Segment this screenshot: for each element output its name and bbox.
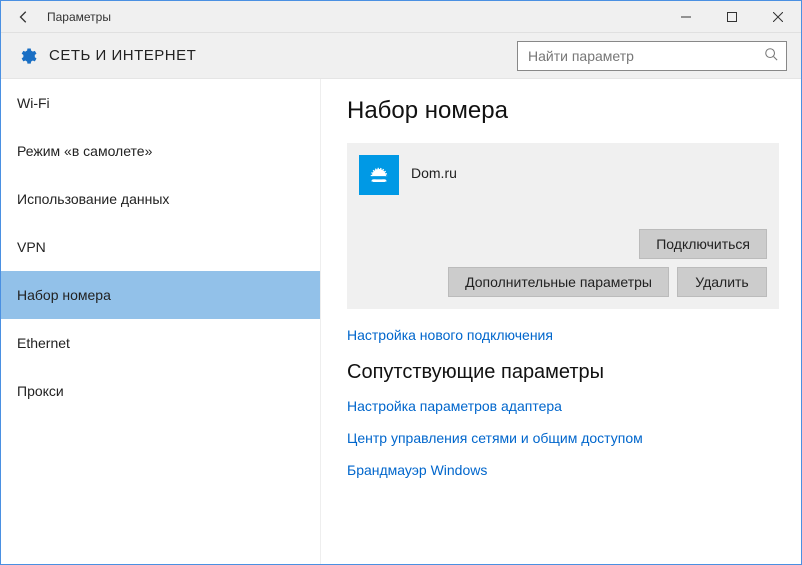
advanced-button[interactable]: Дополнительные параметры <box>448 267 669 297</box>
sidebar-item-label: Использование данных <box>17 191 169 207</box>
connection-card[interactable]: Dom.ru Подключиться Дополнительные парам… <box>347 143 779 309</box>
content: Набор номера Dom.ru Подключиться <box>321 79 801 564</box>
sidebar-item-airplane[interactable]: Режим «в самолете» <box>1 127 320 175</box>
back-button[interactable] <box>9 2 39 32</box>
sidebar-item-data-usage[interactable]: Использование данных <box>1 175 320 223</box>
search-input[interactable] <box>526 47 758 65</box>
related-link-firewall[interactable]: Брандмауэр Windows <box>347 462 779 478</box>
settings-window: Параметры СЕТЬ И ИНТЕРНЕТ <box>0 0 802 565</box>
related-link-adapter[interactable]: Настройка параметров адаптера <box>347 398 779 414</box>
section-heading: СЕТЬ И ИНТЕРНЕТ <box>49 47 196 64</box>
window-title: Параметры <box>47 10 111 24</box>
dialup-icon <box>359 155 399 195</box>
sidebar-item-proxy[interactable]: Прокси <box>1 367 320 415</box>
search-box[interactable] <box>517 41 787 71</box>
search-icon <box>764 47 778 64</box>
new-connection-link[interactable]: Настройка нового подключения <box>347 327 779 343</box>
sidebar-item-label: VPN <box>17 239 46 255</box>
gear-icon <box>15 44 39 68</box>
sidebar-item-label: Режим «в самолете» <box>17 143 152 159</box>
sidebar-item-vpn[interactable]: VPN <box>1 223 320 271</box>
sidebar-item-wifi[interactable]: Wi-Fi <box>1 79 320 127</box>
maximize-icon <box>727 12 737 22</box>
minimize-icon <box>681 12 691 22</box>
sidebar-item-label: Набор номера <box>17 287 111 303</box>
close-icon <box>773 12 783 22</box>
minimize-button[interactable] <box>663 1 709 33</box>
sidebar-item-label: Ethernet <box>17 335 70 351</box>
related-link-sharing-center[interactable]: Центр управления сетями и общим доступом <box>347 430 779 446</box>
page-title: Набор номера <box>347 97 779 125</box>
sidebar-item-dialup[interactable]: Набор номера <box>1 271 320 319</box>
close-button[interactable] <box>755 1 801 33</box>
sidebar-item-ethernet[interactable]: Ethernet <box>1 319 320 367</box>
connect-button[interactable]: Подключиться <box>639 229 767 259</box>
delete-button[interactable]: Удалить <box>677 267 767 297</box>
sidebar-item-label: Прокси <box>17 383 64 399</box>
connection-name: Dom.ru <box>411 165 457 181</box>
sidebar-item-label: Wi-Fi <box>17 95 50 111</box>
titlebar: Параметры <box>1 1 801 33</box>
related-heading: Сопутствующие параметры <box>347 361 779 384</box>
header: СЕТЬ И ИНТЕРНЕТ <box>1 33 801 79</box>
arrow-left-icon <box>17 10 31 24</box>
sidebar: Wi-Fi Режим «в самолете» Использование д… <box>1 79 321 564</box>
body: Wi-Fi Режим «в самолете» Использование д… <box>1 79 801 564</box>
maximize-button[interactable] <box>709 1 755 33</box>
